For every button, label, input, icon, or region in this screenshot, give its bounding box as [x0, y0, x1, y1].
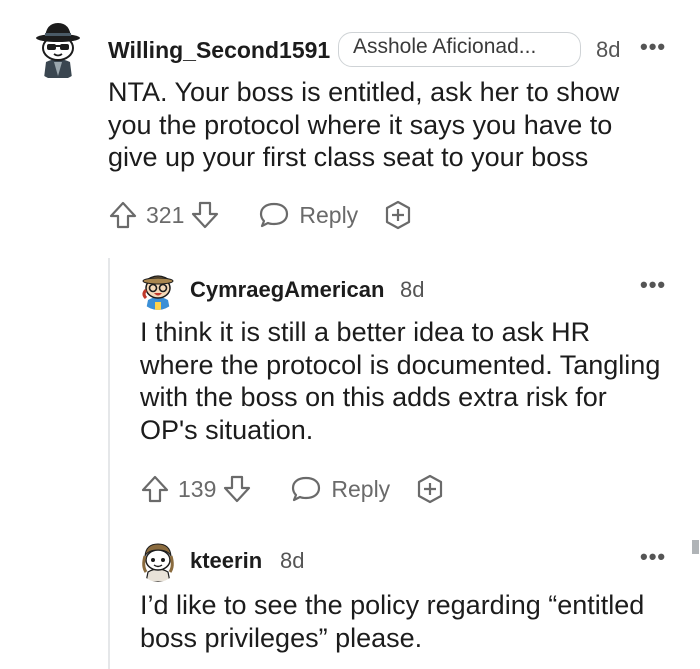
comment-username[interactable]: Willing_Second1591 [108, 37, 330, 64]
upvote-arrow-icon[interactable] [108, 200, 138, 230]
speech-bubble-icon [290, 474, 322, 504]
vote-score: 139 [178, 475, 217, 502]
comment-timestamp: 8d [596, 37, 621, 62]
user-avatar[interactable] [138, 540, 178, 582]
comment-body-line: I think it is still a better idea to ask… [140, 317, 591, 347]
user-flair: Asshole Aficionad... [338, 32, 581, 67]
scrollbar-thumb[interactable] [692, 540, 699, 554]
comment-body: I’d like to see the policy regarding “en… [140, 589, 695, 654]
comment-body-line: I’d like to see the policy regarding “en… [140, 590, 645, 620]
reply-button[interactable]: Reply [258, 200, 358, 230]
comment-body-line: boss privileges” please. [140, 622, 423, 653]
more-options-icon[interactable]: ••• [640, 272, 666, 298]
downvote-arrow-icon[interactable] [222, 474, 252, 504]
reply-button[interactable]: Reply [290, 474, 390, 504]
comment-username[interactable]: kteerin [190, 548, 262, 574]
downvote-arrow-icon[interactable] [190, 200, 220, 230]
comment-body-line: with the boss on this adds extra risk fo… [140, 382, 607, 412]
user-avatar[interactable] [138, 268, 178, 310]
comment-body-line: OP's situation. [140, 414, 314, 445]
comment-body: I think it is still a better idea to ask… [140, 316, 695, 446]
more-options-icon[interactable]: ••• [640, 34, 666, 60]
plus-award-icon[interactable] [382, 199, 414, 231]
comment-body: NTA. Your boss is entitled, ask her to s… [108, 76, 693, 174]
thread-line[interactable] [108, 258, 110, 669]
comment-timestamp: 8d [280, 548, 305, 573]
comment-body-line: you the protocol where it says you have … [108, 109, 613, 140]
upvote-arrow-icon[interactable] [140, 474, 170, 504]
comment-username[interactable]: CymraegAmerican [190, 277, 384, 303]
comment-timestamp: 8d [400, 277, 425, 302]
comment-actions: 139 Reply [140, 472, 446, 506]
more-options-icon[interactable]: ••• [640, 544, 666, 570]
reply-label: Reply [331, 475, 391, 502]
plus-award-icon[interactable] [414, 473, 446, 505]
comment-body-line: NTA. Your boss is entitled, ask her to s… [108, 77, 620, 107]
speech-bubble-icon [258, 200, 290, 230]
reply-label: Reply [299, 201, 359, 228]
user-avatar[interactable] [30, 18, 86, 80]
vote-score: 321 [146, 201, 185, 228]
comment-actions: 321 Reply [108, 198, 414, 232]
comment-body-line: where the protocol is documented. Tangli… [140, 349, 661, 380]
comment-body-line: give up your first class seat to your bo… [108, 142, 589, 172]
